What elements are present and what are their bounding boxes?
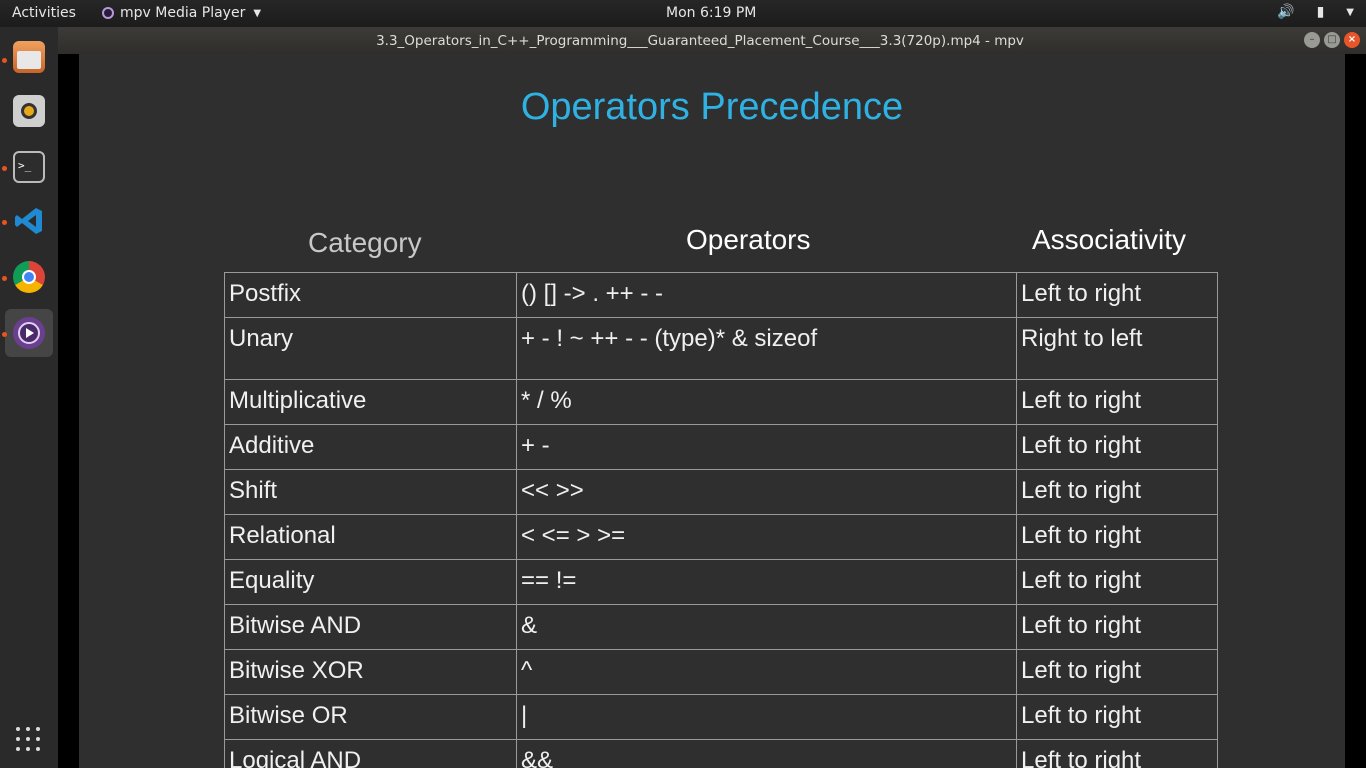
cell-category: Equality bbox=[224, 559, 517, 605]
show-applications-button[interactable] bbox=[16, 727, 42, 753]
cell-category: Multiplicative bbox=[224, 379, 517, 425]
table-row: Bitwise AND & Left to right bbox=[224, 604, 1218, 650]
battery-icon[interactable]: ▮ bbox=[1317, 4, 1325, 20]
header-associativity: Associativity bbox=[1032, 224, 1187, 255]
cell-associativity: Left to right bbox=[1016, 604, 1218, 650]
window-title: 3.3_Operators_in_C++_Programming___Guara… bbox=[376, 33, 1024, 49]
dock-item-mpv[interactable] bbox=[2, 309, 53, 357]
caret-down-icon: ▼ bbox=[253, 7, 262, 19]
running-indicator bbox=[2, 166, 7, 171]
video-area[interactable]: Operators Precedence Category Operators … bbox=[58, 54, 1366, 768]
slide-title: Operators Precedence bbox=[520, 86, 904, 128]
maximize-button[interactable]: □ bbox=[1324, 32, 1340, 48]
files-icon bbox=[13, 41, 45, 73]
cell-category: Bitwise OR bbox=[224, 694, 517, 740]
cell-operators: == != bbox=[516, 559, 1017, 605]
dock-item-vscode[interactable] bbox=[2, 197, 53, 245]
chrome-icon bbox=[13, 261, 45, 293]
cell-operators: ^ bbox=[516, 649, 1017, 695]
mpv-app-icon bbox=[102, 7, 114, 19]
clock[interactable]: Mon 6:19 PM bbox=[666, 5, 756, 21]
cell-associativity: Left to right bbox=[1016, 514, 1218, 560]
dock-item-files[interactable] bbox=[2, 33, 53, 81]
dock-item-terminal[interactable]: >_ bbox=[2, 143, 53, 191]
cell-operators: + - ! ~ ++ - - (type)* & sizeof bbox=[516, 317, 1017, 380]
top-bar: Activities mpv Media Player ▼ Mon 6:19 P… bbox=[0, 0, 1366, 27]
dock-item-chrome[interactable] bbox=[2, 253, 53, 301]
cell-operators: << >> bbox=[516, 469, 1017, 515]
app-menu-label: mpv Media Player bbox=[120, 5, 246, 21]
window-titlebar[interactable]: 3.3_Operators_in_C++_Programming___Guara… bbox=[58, 27, 1366, 54]
cell-category: Postfix bbox=[224, 272, 517, 318]
running-indicator bbox=[2, 332, 7, 337]
cell-associativity: Right to left bbox=[1016, 317, 1218, 380]
cell-operators: | bbox=[516, 694, 1017, 740]
running-indicator bbox=[2, 276, 7, 281]
slide: Operators Precedence Category Operators … bbox=[79, 54, 1345, 768]
cell-category: Bitwise XOR bbox=[224, 649, 517, 695]
table-row: Unary + - ! ~ ++ - - (type)* & sizeof Righ… bbox=[224, 317, 1218, 380]
cell-operators: * / % bbox=[516, 379, 1017, 425]
mpv-icon bbox=[13, 317, 45, 349]
volume-icon[interactable]: 🔊 bbox=[1277, 4, 1294, 20]
header-category: Category bbox=[308, 227, 422, 258]
cell-operators: && bbox=[516, 739, 1017, 768]
cell-associativity: Left to right bbox=[1016, 272, 1218, 318]
running-indicator bbox=[2, 220, 7, 225]
table-row: Equality == != Left to right bbox=[224, 559, 1218, 605]
cell-operators: () [] -> . ++ - - bbox=[516, 272, 1017, 318]
cell-category: Logical AND bbox=[224, 739, 517, 768]
rhythmbox-icon bbox=[13, 95, 45, 127]
chevron-down-icon[interactable]: ▼ bbox=[1346, 7, 1354, 18]
header-operators: Operators bbox=[686, 224, 811, 255]
cell-associativity: Left to right bbox=[1016, 469, 1218, 515]
table-row: Bitwise XOR ^ Left to right bbox=[224, 649, 1218, 695]
terminal-icon: >_ bbox=[13, 151, 45, 183]
cell-associativity: Left to right bbox=[1016, 694, 1218, 740]
dock: >_ bbox=[0, 27, 58, 768]
activities-button[interactable]: Activities bbox=[12, 5, 76, 21]
table-row: Additive + - Left to right bbox=[224, 424, 1218, 470]
table-row: Multiplicative * / % Left to right bbox=[224, 379, 1218, 425]
cell-category: Relational bbox=[224, 514, 517, 560]
table-row: Shift << >> Left to right bbox=[224, 469, 1218, 515]
cell-associativity: Left to right bbox=[1016, 649, 1218, 695]
cell-associativity: Left to right bbox=[1016, 559, 1218, 605]
cell-associativity: Left to right bbox=[1016, 424, 1218, 470]
cell-associativity: Left to right bbox=[1016, 379, 1218, 425]
dock-item-rhythmbox[interactable] bbox=[5, 87, 53, 135]
cell-category: Unary bbox=[224, 317, 517, 380]
system-tray[interactable]: 🔊 ▮ ▼ bbox=[1277, 4, 1354, 20]
close-button[interactable]: × bbox=[1344, 32, 1360, 48]
vscode-icon bbox=[13, 205, 45, 237]
table-row: Relational < <= > >= Left to right bbox=[224, 514, 1218, 560]
table-row: Bitwise OR | Left to right bbox=[224, 694, 1218, 740]
cell-operators: & bbox=[516, 604, 1017, 650]
app-menu[interactable]: mpv Media Player ▼ bbox=[102, 5, 261, 21]
cell-associativity: Left to right bbox=[1016, 739, 1218, 768]
cell-operators: + - bbox=[516, 424, 1017, 470]
cell-category: Additive bbox=[224, 424, 517, 470]
table-row: Postfix() [] -> . ++ - - Left to right bbox=[224, 272, 1218, 318]
cell-operators: < <= > >= bbox=[516, 514, 1017, 560]
minimize-button[interactable]: – bbox=[1304, 32, 1320, 48]
cell-category: Shift bbox=[224, 469, 517, 515]
cell-category: Bitwise AND bbox=[224, 604, 517, 650]
operators-table: Postfix() [] -> . ++ - - Left to right Una… bbox=[224, 272, 1218, 768]
table-row: Logical AND && Left to right bbox=[224, 739, 1218, 768]
running-indicator bbox=[2, 58, 7, 63]
